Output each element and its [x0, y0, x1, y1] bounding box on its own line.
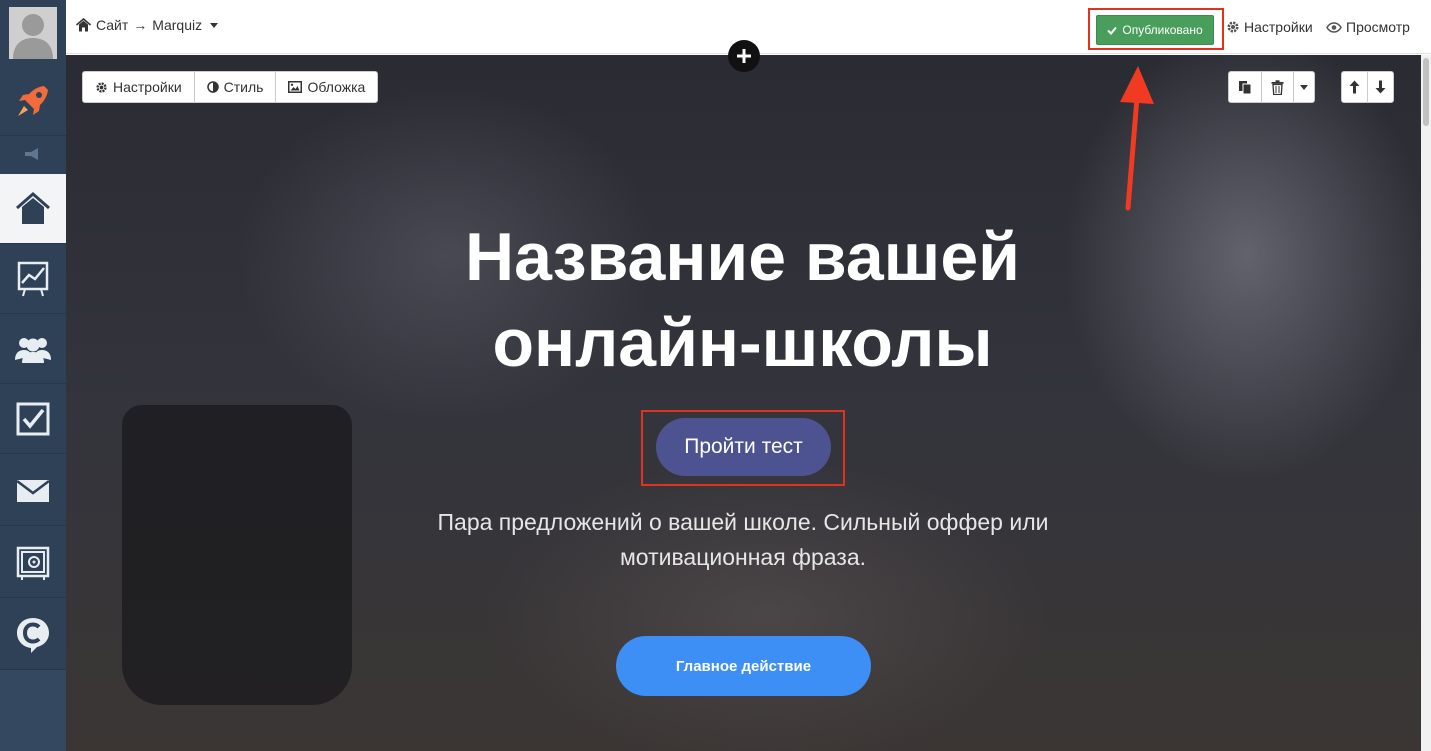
annotation-arrow-icon — [1120, 66, 1154, 211]
users-icon — [15, 337, 51, 363]
block-actions — [1228, 71, 1315, 103]
sidebar-item-announcements[interactable] — [0, 136, 66, 172]
gear-icon — [96, 81, 107, 93]
copy-icon — [1239, 80, 1252, 94]
move-block-up-button[interactable] — [1342, 72, 1368, 102]
sidebar-item-mail[interactable] — [0, 456, 66, 526]
block-cover-label: Обложка — [307, 79, 366, 95]
eye-icon — [1326, 21, 1342, 33]
sidebar-item-safe[interactable] — [0, 528, 66, 598]
breadcrumb-project[interactable]: Marquiz — [152, 17, 202, 33]
chevron-down-icon — [1300, 84, 1308, 90]
block-settings-button[interactable]: Настройки — [83, 72, 195, 102]
hero-title[interactable]: Название вашей онлайн-школы — [340, 214, 1145, 386]
breadcrumb[interactable]: Сайт → Marquiz — [76, 17, 219, 33]
gear-icon — [1227, 21, 1239, 33]
home-icon — [76, 18, 91, 32]
trash-icon — [1271, 79, 1284, 95]
sidebar-footer — [0, 670, 66, 751]
editor-app: Сайт → Marquiz Опубликовано Настройки Пр… — [0, 0, 1431, 751]
image-icon — [288, 81, 303, 93]
sidebar-item-chat[interactable] — [0, 600, 66, 670]
preview-label: Просмотр — [1346, 19, 1410, 35]
block-toolbar: Настройки Стиль Обложка — [82, 71, 379, 103]
scrollbar-thumb[interactable] — [1423, 58, 1429, 126]
hero-subtitle-line2: мотивационная фраза. — [619, 544, 867, 570]
duplicate-block-button[interactable] — [1229, 72, 1262, 102]
sidebar-item-users[interactable] — [0, 314, 66, 384]
breadcrumb-separator: → — [133, 17, 148, 33]
arrow-down-icon — [1375, 80, 1386, 94]
home-icon — [16, 191, 50, 224]
background-mug — [122, 405, 352, 705]
chart-icon — [17, 261, 49, 296]
move-block-down-button[interactable] — [1368, 72, 1393, 102]
left-sidebar — [0, 0, 66, 751]
scrollbar[interactable] — [1421, 55, 1431, 751]
published-label: Опубликовано — [1122, 23, 1203, 37]
hero-subtitle-line1: Пара предложений о вашей школе. Сильный … — [437, 509, 1049, 535]
settings-label: Настройки — [1244, 19, 1313, 35]
safe-icon — [16, 546, 50, 580]
published-button[interactable]: Опубликовано — [1096, 15, 1214, 45]
breadcrumb-site[interactable]: Сайт — [96, 17, 128, 33]
megaphone-icon — [25, 148, 38, 160]
add-block-button[interactable] — [728, 40, 760, 72]
plus-icon — [737, 49, 751, 63]
check-icon — [1107, 26, 1118, 35]
sidebar-item-analytics[interactable] — [0, 244, 66, 314]
block-cover-button[interactable]: Обложка — [276, 72, 377, 102]
contrast-icon — [206, 81, 219, 93]
block-style-label: Стиль — [223, 79, 264, 95]
delete-block-button[interactable] — [1262, 72, 1294, 102]
avatar[interactable] — [0, 0, 66, 66]
block-more-button[interactable] — [1294, 72, 1314, 102]
mail-icon — [16, 479, 50, 502]
hero-title-line2: онлайн-школы — [492, 305, 993, 381]
take-test-button[interactable]: Пройти тест — [656, 418, 831, 476]
sidebar-item-home[interactable] — [0, 174, 66, 244]
chevron-down-icon — [210, 22, 219, 28]
sidebar-item-launch[interactable] — [0, 66, 66, 136]
hero-title-line1: Название вашей — [465, 219, 1020, 295]
arrow-up-icon — [1349, 80, 1360, 94]
block-style-button[interactable]: Стиль — [195, 72, 277, 102]
checkbox-icon — [16, 402, 50, 435]
preview-link[interactable]: Просмотр — [1326, 19, 1410, 35]
sidebar-item-tasks[interactable] — [0, 384, 66, 454]
main-action-button[interactable]: Главное действие — [616, 636, 871, 696]
settings-link[interactable]: Настройки — [1226, 19, 1313, 35]
rocket-icon — [18, 85, 48, 116]
chat-c-icon — [17, 617, 49, 653]
hero-subtitle[interactable]: Пара предложений о вашей школе. Сильный … — [400, 505, 1086, 575]
block-move — [1341, 71, 1394, 103]
block-settings-label: Настройки — [113, 79, 182, 95]
user-avatar-icon — [9, 7, 57, 59]
